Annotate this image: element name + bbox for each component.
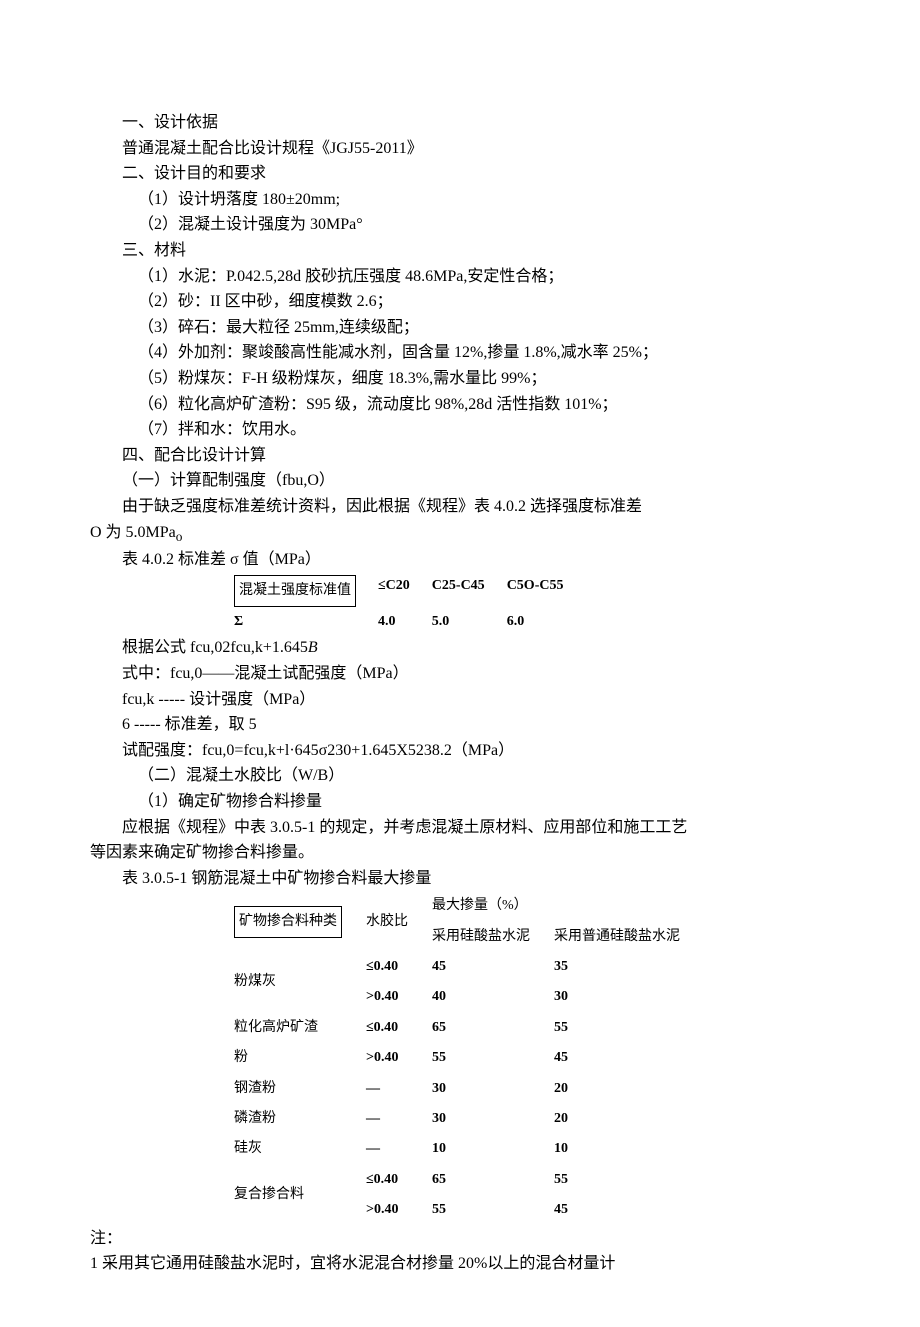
cell: 55: [550, 1013, 700, 1043]
cell: 35: [550, 952, 700, 982]
table-row: 复合掺合料 ≤0.40 65 55: [230, 1165, 700, 1195]
table-row: 混凝土强度标准值 ≤C20 C25-C45 C5O-C55: [230, 573, 581, 609]
calc-2-text-b: 等因素来确定矿物掺合料掺量。: [90, 840, 830, 866]
cell: 10: [550, 1134, 700, 1164]
formula-where-2: fcu,k ----- 设计强度（MPa）: [90, 687, 830, 713]
cell-header: ≤C20: [374, 573, 428, 609]
mat-4: （4）外加剂：聚竣酸高性能减水剂，固含量 12%,掺量 1.8%,减水率 25%…: [90, 340, 830, 366]
table-row: 粉煤灰 ≤0.40 45 35: [230, 952, 700, 982]
mat-6: （6）粒化高炉矿渣粉：S95 级，流动度比 98%,28d 活性指数 101%；: [90, 392, 830, 418]
formula-result: 试配强度：fcu,0=fcu,k+l·645σ230+1.645X5238.2（…: [90, 738, 830, 764]
heading-purpose: 二、设计目的和要求: [90, 161, 830, 187]
cell: Σ: [230, 609, 374, 635]
calc-2-text-a: 应根据《规程》中表 3.0.5-1 的规定，并考虑混凝土原材料、应用部位和施工工…: [90, 815, 830, 841]
cell: —: [362, 1134, 428, 1164]
formula-where-3: 6 ----- 标准差，取 5: [90, 712, 830, 738]
calc-1-text-b: O 为 5.0MPao: [90, 520, 830, 548]
note-1: 1 采用其它通用硅酸盐水泥时，宜将水泥混合材掺量 20%以上的混合材量计: [90, 1251, 830, 1277]
cell: 45: [428, 952, 550, 982]
table-admixture: 矿物掺合料种类 水胶比 最大掺量（%） 采用硅酸盐水泥 采用普通硅酸盐水泥 粉煤…: [230, 891, 700, 1225]
cell: 20: [550, 1074, 700, 1104]
cell-header: 最大掺量（%）: [428, 891, 550, 921]
cell: 10: [428, 1134, 550, 1164]
cell: 65: [428, 1013, 550, 1043]
cell: 40: [428, 982, 550, 1012]
mat-5: （5）粉煤灰：F-H 级粉煤灰，细度 18.3%,需水量比 99%；: [90, 366, 830, 392]
cell: 粒化高炉矿渣: [230, 1013, 362, 1043]
cell-header: 水胶比: [362, 891, 428, 952]
calc-1-title: （一）计算配制强度（fbu,O）: [90, 468, 830, 494]
table-sigma: 混凝土强度标准值 ≤C20 C25-C45 C5O-C55 Σ 4.0 5.0 …: [230, 573, 581, 636]
req-2: （2）混凝土设计强度为 30MPa°: [90, 212, 830, 238]
cell: 20: [550, 1104, 700, 1134]
cell: 硅灰: [230, 1134, 362, 1164]
cell: ≤0.40: [362, 952, 428, 982]
calc-2-sub: （1）确定矿物掺合料掺量: [90, 789, 830, 815]
cell: —: [362, 1104, 428, 1134]
formula-line: 根据公式 fcu,02fcu,k+1.645B: [90, 635, 830, 661]
heading-materials: 三、材料: [90, 238, 830, 264]
table-2-caption: 表 3.0.5-1 钢筋混凝土中矿物掺合料最大掺量: [90, 866, 830, 892]
cell-header: 混凝土强度标准值: [234, 575, 356, 607]
cell: 45: [550, 1043, 700, 1073]
cell: 30: [428, 1104, 550, 1134]
cell: 4.0: [374, 609, 428, 635]
table-row: 磷渣粉 — 30 20: [230, 1104, 700, 1134]
mat-2: （2）砂：II 区中砂，细度模数 2.6；: [90, 289, 830, 315]
cell: 55: [428, 1043, 550, 1073]
cell: 55: [550, 1165, 700, 1195]
table-row: 矿物掺合料种类 水胶比 最大掺量（%）: [230, 891, 700, 921]
cell: 粉煤灰: [230, 952, 362, 1013]
cell-header: C25-C45: [428, 573, 503, 609]
heading-basis: 一、设计依据: [90, 110, 830, 136]
cell: 65: [428, 1165, 550, 1195]
cell: 磷渣粉: [230, 1104, 362, 1134]
table-row: 粉 >0.40 55 45: [230, 1043, 700, 1073]
cell: 复合掺合料: [230, 1165, 362, 1226]
cell: >0.40: [362, 982, 428, 1012]
mat-7: （7）拌和水：饮用水。: [90, 417, 830, 443]
formula-where-1: 式中：fcu,0——混凝土试配强度（MPa）: [90, 661, 830, 687]
cell: 30: [428, 1074, 550, 1104]
cell: 5.0: [428, 609, 503, 635]
cell: 30: [550, 982, 700, 1012]
cell: >0.40: [362, 1195, 428, 1225]
cell-header: C5O-C55: [503, 573, 582, 609]
cell-header: 采用普通硅酸盐水泥: [550, 922, 700, 952]
text-standard: 普通混凝土配合比设计规程《JGJ55-2011》: [90, 136, 830, 162]
cell: —: [362, 1074, 428, 1104]
note-label: 注：: [90, 1226, 830, 1252]
table-row: 硅灰 — 10 10: [230, 1134, 700, 1164]
cell: 6.0: [503, 609, 582, 635]
table-row: Σ 4.0 5.0 6.0: [230, 609, 581, 635]
cell: ≤0.40: [362, 1165, 428, 1195]
table-1-caption: 表 4.0.2 标准差 σ 值（MPa）: [90, 547, 830, 573]
req-1: （1）设计坍落度 180±20mm;: [90, 187, 830, 213]
cell: 45: [550, 1195, 700, 1225]
cell: ≤0.40: [362, 1013, 428, 1043]
heading-calc: 四、配合比设计计算: [90, 443, 830, 469]
mat-3: （3）碎石：最大粒径 25mm,连续级配；: [90, 315, 830, 341]
cell: >0.40: [362, 1043, 428, 1073]
calc-1-text-a: 由于缺乏强度标准差统计资料，因此根据《规程》表 4.0.2 选择强度标准差: [90, 494, 830, 520]
cell-header: 矿物掺合料种类: [234, 906, 342, 938]
mat-1: （1）水泥：P.042.5,28d 胶砂抗压强度 48.6MPa,安定性合格；: [90, 264, 830, 290]
cell: 粉: [230, 1043, 362, 1073]
calc-2-title: （二）混凝土水胶比（W/B）: [90, 763, 830, 789]
cell-header: 采用硅酸盐水泥: [428, 922, 550, 952]
table-row: 钢渣粉 — 30 20: [230, 1074, 700, 1104]
table-row: 粒化高炉矿渣 ≤0.40 65 55: [230, 1013, 700, 1043]
cell: 55: [428, 1195, 550, 1225]
cell: 钢渣粉: [230, 1074, 362, 1104]
